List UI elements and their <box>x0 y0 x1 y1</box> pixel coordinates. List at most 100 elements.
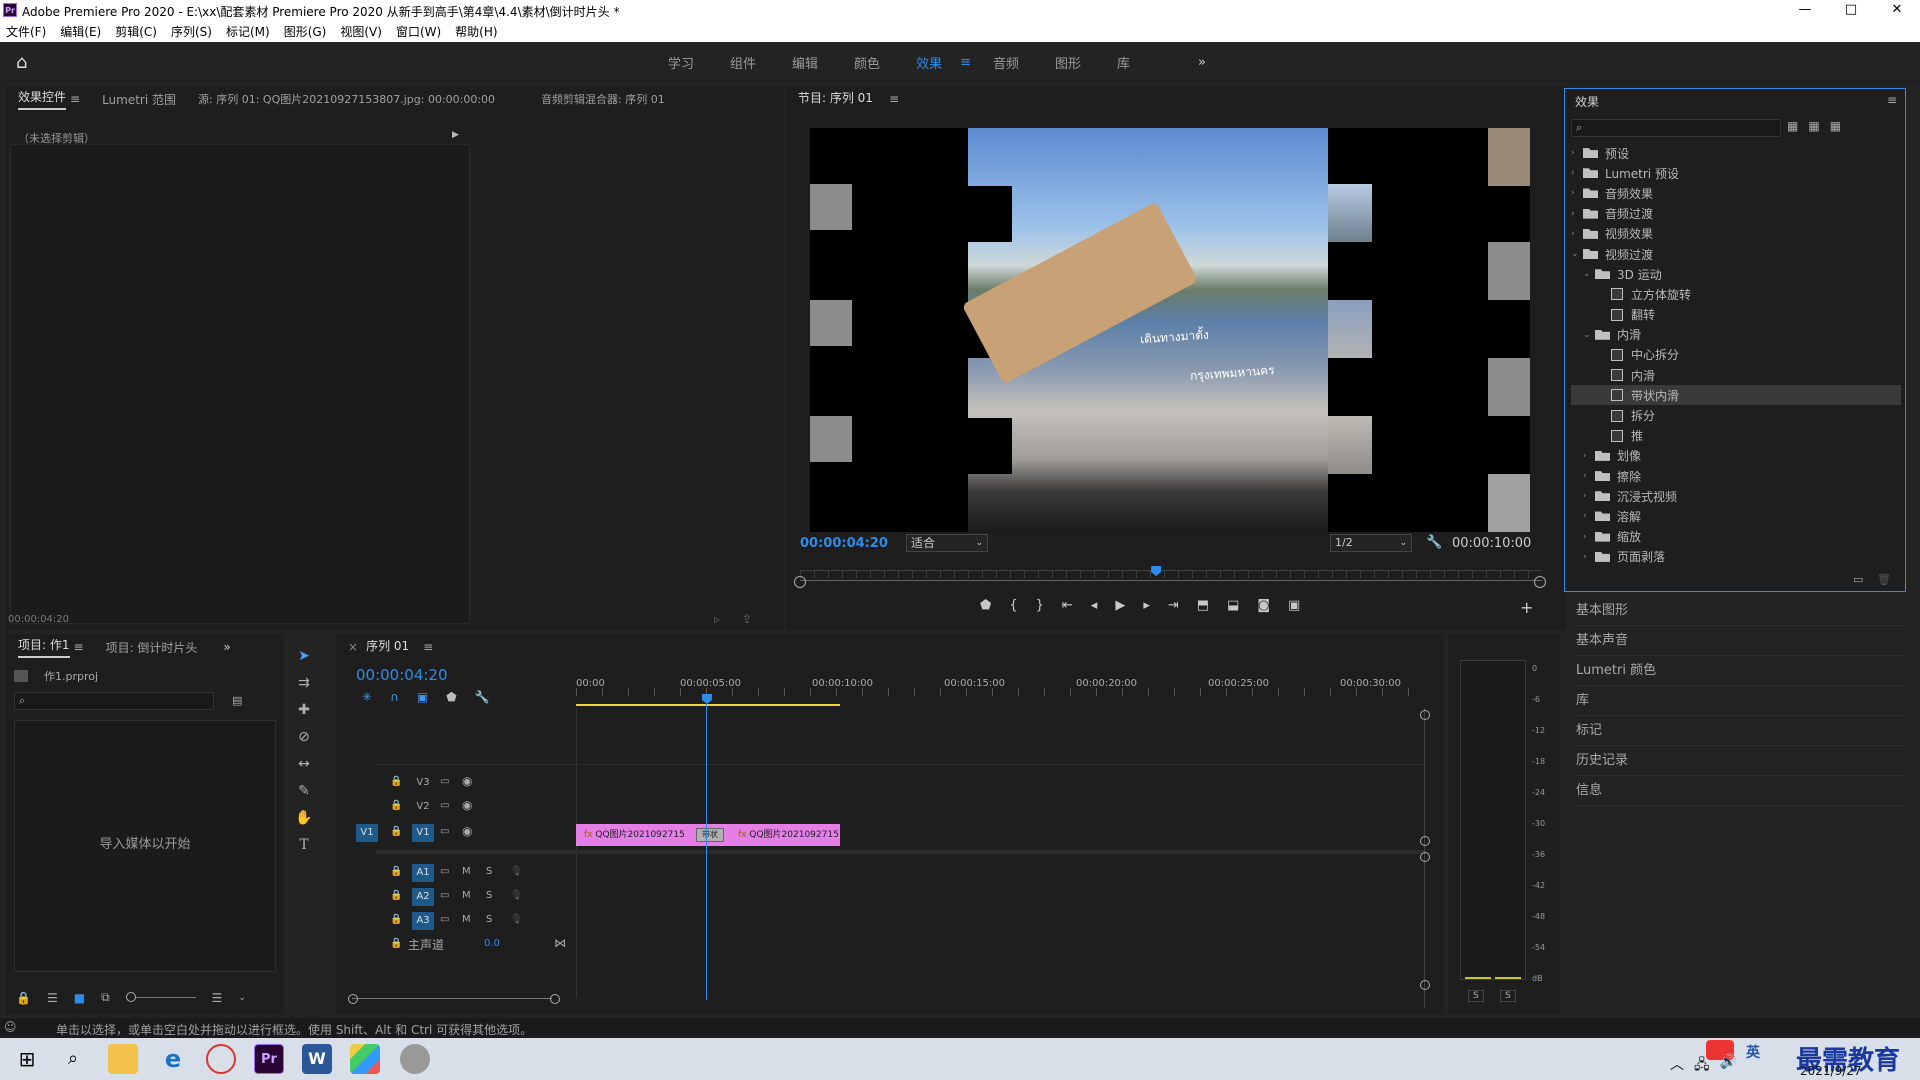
effects-search-input[interactable]: ⌕ <box>1571 119 1781 137</box>
mark-in-button[interactable]: { <box>1009 598 1017 613</box>
effects-tree-item[interactable]: 立方体旋转 <box>1571 284 1901 304</box>
track-a1-mute-button[interactable]: M <box>462 866 471 877</box>
h-zoom-handle-left[interactable] <box>348 994 358 1004</box>
v-scroll-handle-mid1[interactable] <box>1420 836 1430 846</box>
app-icon-red[interactable] <box>206 1044 236 1074</box>
workspace-tab-audio[interactable]: 音频 <box>975 53 1037 72</box>
maximize-button[interactable]: □ <box>1828 0 1874 20</box>
chevron-right-icon[interactable]: › <box>1571 168 1583 178</box>
tab-lumetri-scopes[interactable]: Lumetri 范围 <box>102 91 176 108</box>
clock-date[interactable]: 2021/9/27 <box>1800 1064 1862 1078</box>
effects-tree-item[interactable]: › 划像 <box>1571 446 1901 466</box>
workspace-tab-assembly[interactable]: 组件 <box>712 53 774 72</box>
chevron-right-icon[interactable]: › <box>1571 209 1583 219</box>
menu-clip[interactable]: 剪辑(C) <box>115 23 157 40</box>
chevron-down-icon[interactable]: ⌄ <box>1583 330 1595 340</box>
effects-tree-item[interactable]: ⌄ 3D 运动 <box>1571 264 1901 284</box>
effects-tree-item[interactable]: › 溶解 <box>1571 506 1901 526</box>
panel-menu-icon[interactable]: ≡ <box>70 92 80 106</box>
track-select-tool-icon[interactable]: ⇉ <box>292 671 316 695</box>
track-v3-lock-icon[interactable]: 🔒 <box>390 776 402 787</box>
workspace-more-button[interactable]: » <box>1148 55 1224 70</box>
effects-tree-item[interactable]: 拆分 <box>1571 405 1901 425</box>
menu-sequence[interactable]: 序列(S) <box>171 23 212 40</box>
project-search-input[interactable]: ⌕ <box>14 692 214 710</box>
chevron-down-icon[interactable]: ⌄ <box>1583 269 1595 279</box>
project-menu-icon[interactable]: ≡ <box>74 640 84 654</box>
resolution-select[interactable]: 1/2 ⌄ <box>1330 534 1412 552</box>
tab-project-2[interactable]: 项目: 倒计时片头 <box>106 639 198 656</box>
chevron-down-icon[interactable]: ⌄ <box>1571 249 1583 259</box>
effects-tree-item[interactable]: › 缩放 <box>1571 527 1901 547</box>
track-a2-mic-icon[interactable]: 🎙 <box>510 890 523 901</box>
track-a3-lock-icon[interactable]: 🔒 <box>390 914 402 925</box>
effects-tree-item[interactable]: › 擦除 <box>1571 466 1901 486</box>
chevron-right-icon[interactable]: › <box>1583 451 1595 461</box>
track-a1-solo-button[interactable]: S <box>486 866 492 877</box>
side-panel-tab[interactable]: 标记 <box>1576 716 1906 746</box>
effects-tree-item[interactable]: › 音频过渡 <box>1571 204 1901 224</box>
sort-icon[interactable]: ☰ <box>212 991 223 1005</box>
effects-tree-item[interactable]: ⌄ 内滑 <box>1571 325 1901 345</box>
effects-tree-item[interactable]: 内滑 <box>1571 365 1901 385</box>
track-v1-sync-icon[interactable]: ▭ <box>440 826 449 837</box>
go-to-out-button[interactable]: ⇥ <box>1168 598 1179 613</box>
new-bin-icon[interactable]: ▤ <box>232 694 242 707</box>
zoom-slider-handle[interactable] <box>125 992 136 1002</box>
pen-tool-icon[interactable]: ✎ <box>292 779 316 803</box>
track-a3-mute-button[interactable]: M <box>462 914 471 925</box>
start-windows-icon[interactable]: ⊞ <box>12 1044 42 1074</box>
yuv-effects-icon[interactable]: ▦ <box>1830 119 1841 133</box>
v-scroll-handle-mid2[interactable] <box>1420 852 1430 862</box>
side-panel-tab[interactable]: 信息 <box>1576 776 1906 806</box>
track-v1-lock-icon[interactable]: 🔒 <box>390 826 402 837</box>
side-panel-tab[interactable]: 库 <box>1576 686 1906 716</box>
track-a1-label[interactable]: A1 <box>412 864 434 882</box>
slip-tool-icon[interactable]: ↔ <box>292 752 316 776</box>
32bit-effects-icon[interactable]: ▦ <box>1808 119 1819 133</box>
track-a3-sync-icon[interactable]: ▭ <box>440 914 449 925</box>
panel-expand-icon[interactable]: » <box>223 640 230 654</box>
effects-tree-item[interactable]: ⌄ 视频过渡 <box>1571 244 1901 264</box>
edge-browser-icon[interactable]: e <box>158 1044 188 1074</box>
track-a2-lock-icon[interactable]: 🔒 <box>390 890 402 901</box>
meter-solo-right[interactable]: S <box>1500 990 1516 1002</box>
track-v2-label[interactable]: V2 <box>412 798 434 816</box>
side-panel-tab[interactable]: Lumetri 颜色 <box>1576 656 1906 686</box>
master-volume-value[interactable]: 0.0 <box>484 938 500 949</box>
effects-tree-item[interactable]: › 页面剥落 <box>1571 547 1901 567</box>
workspace-tab-color[interactable]: 颜色 <box>836 53 898 72</box>
track-a1-lock-icon[interactable]: 🔒 <box>390 866 402 877</box>
side-panel-tab[interactable]: 基本图形 <box>1576 596 1906 626</box>
track-a2-label[interactable]: A2 <box>412 888 434 906</box>
freeform-view-icon[interactable]: ⧉ <box>101 990 110 1005</box>
track-a1-mic-icon[interactable]: 🎙 <box>510 866 523 877</box>
lock-icon[interactable]: 🔒 <box>16 991 31 1005</box>
effects-tree-item[interactable]: › 音频效果 <box>1571 183 1901 203</box>
razor-tool-icon[interactable]: ⊘ <box>292 725 316 749</box>
search-icon[interactable]: ⌕ <box>58 1044 88 1074</box>
project-media-area[interactable]: 导入媒体以开始 <box>14 720 276 972</box>
home-icon[interactable]: ⌂ <box>16 52 38 73</box>
track-v3-sync-icon[interactable]: ▭ <box>440 776 449 787</box>
sequence-tab[interactable]: 序列 01 <box>366 637 409 657</box>
effects-tree-item[interactable]: › Lumetri 预设 <box>1571 163 1901 183</box>
program-menu-icon[interactable]: ≡ <box>889 92 899 106</box>
track-a3-mic-icon[interactable]: 🎙 <box>510 914 523 925</box>
work-area-bar[interactable] <box>576 704 840 706</box>
menu-file[interactable]: 文件(F) <box>6 23 46 40</box>
chevron-right-icon[interactable]: › <box>1571 188 1583 198</box>
workspace-tab-editing[interactable]: 编辑 <box>774 53 836 72</box>
tab-source[interactable]: 源: 序列 01: QQ图片20210927153807.jpg: 00:00:… <box>198 91 495 107</box>
lift-button[interactable]: ⬒ <box>1197 598 1209 613</box>
effects-tree-item[interactable]: 中心拆分 <box>1571 345 1901 365</box>
side-panel-tab[interactable]: 基本声音 <box>1576 626 1906 656</box>
tray-chevron-icon[interactable]: ︿ <box>1670 1054 1684 1078</box>
menu-window[interactable]: 窗口(W) <box>396 23 441 40</box>
tab-audio-clip-mixer[interactable]: 音频剪辑混合器: 序列 01 <box>541 91 665 107</box>
workspace-menu-icon[interactable]: ≡ <box>960 55 975 70</box>
timeline-timecode[interactable]: 00:00:04:20 <box>356 666 448 684</box>
premiere-taskbar-icon[interactable]: Pr <box>254 1044 284 1074</box>
v-scroll-handle-top[interactable] <box>1420 710 1430 720</box>
fit-select[interactable]: 适合 ⌄ <box>906 534 988 552</box>
